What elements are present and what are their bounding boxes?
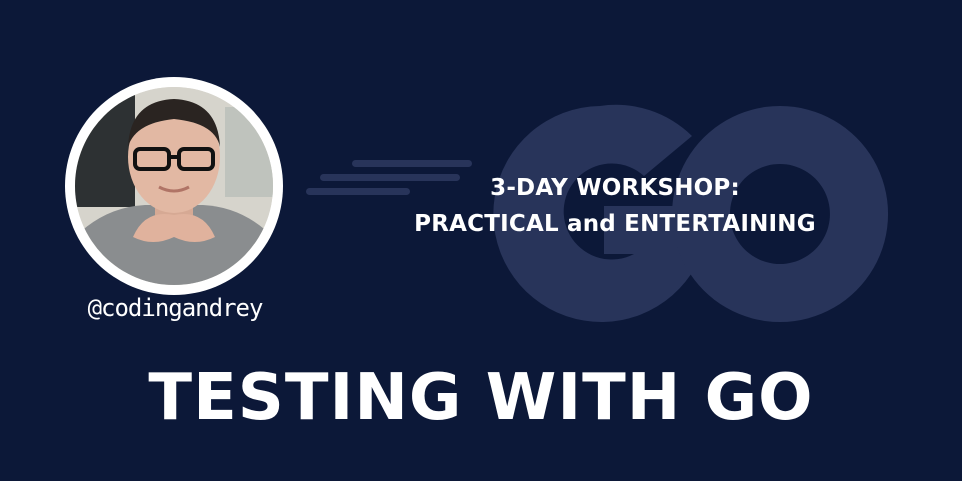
avatar-frame [65, 77, 283, 295]
workshop-title: TESTING WITH GO [148, 361, 814, 435]
workshop-subtitle: 3-DAY WORKSHOP: PRACTICAL and ENTERTAINI… [330, 170, 900, 242]
workshop-banner: @codingandrey 3-DAY WORKSHOP: PRACTICAL … [0, 0, 962, 481]
twitter-handle: @codingandrey [87, 294, 264, 322]
avatar [75, 87, 273, 285]
subtitle-line-2: PRACTICAL and ENTERTAINING [414, 211, 816, 237]
subtitle-line-1: 3-DAY WORKSHOP: [490, 175, 740, 201]
